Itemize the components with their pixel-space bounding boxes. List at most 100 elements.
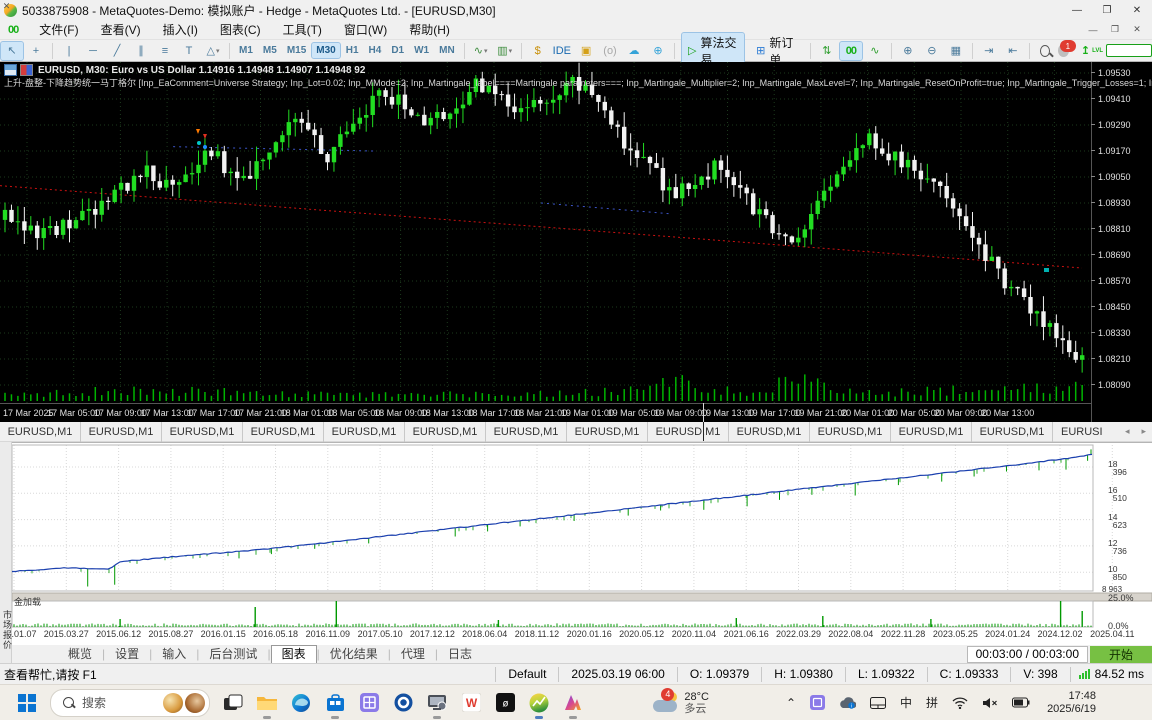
chart-tab-8[interactable]: EURUSD,M1 — [648, 422, 729, 442]
weather-widget[interactable]: 4 28°C 多云 — [653, 691, 709, 715]
child-minimize-button[interactable]: — — [1082, 22, 1104, 38]
ai-app-button[interactable] — [561, 690, 585, 716]
shapes-icon[interactable]: △▾ — [202, 42, 224, 60]
candlestick-chart[interactable] — [0, 62, 1092, 403]
tester-close-button[interactable]: ✕ — [1, 1, 12, 12]
zoom-in-icon[interactable]: ⊕ — [897, 42, 919, 60]
candles-mode-icon[interactable]: 00 — [840, 42, 862, 60]
maximize-button[interactable]: ❐ — [1092, 0, 1122, 20]
connection-status[interactable]: ↥ LVL — [1081, 44, 1152, 57]
tabs-scroll-right-icon[interactable]: ▸ — [1135, 426, 1152, 437]
trendline-icon[interactable]: ╱ — [106, 42, 128, 60]
chart-tab-6[interactable]: EURUSD,M1 — [486, 422, 567, 442]
blue-trendline[interactable] — [541, 203, 671, 214]
timeframe-h1[interactable]: H1 — [342, 43, 363, 58]
timeframe-d1[interactable]: D1 — [387, 43, 408, 58]
cloud-icon[interactable]: ☁ — [623, 42, 645, 60]
search-highlight-image-2[interactable] — [185, 693, 205, 713]
tabs-scroll-left-icon[interactable]: ◂ — [1119, 426, 1136, 437]
tester-tab-0[interactable]: 概览 — [58, 646, 102, 663]
close-button[interactable]: ✕ — [1122, 0, 1152, 20]
wifi-icon[interactable] — [952, 697, 968, 709]
blue-ring-app-button[interactable] — [391, 690, 415, 716]
minimize-button[interactable]: — — [1062, 0, 1092, 20]
tester-tab-7[interactable]: 日志 — [438, 646, 482, 663]
task-view-button[interactable] — [221, 690, 245, 716]
file-explorer-button[interactable] — [255, 690, 279, 716]
chart-tab-0[interactable]: EURUSD,M1 — [0, 422, 81, 442]
menu-item-3[interactable]: 图表(C) — [209, 20, 272, 40]
start-button-windows[interactable] — [15, 690, 39, 716]
notifications-icon[interactable]: 1 — [1058, 44, 1069, 57]
timeframe-w1[interactable]: W1 — [410, 43, 433, 58]
tester-tab-3[interactable]: 后台测试 — [199, 646, 267, 663]
chart-tab-9[interactable]: EURUSD,M1 — [729, 422, 810, 442]
timeframe-m15[interactable]: M15 — [283, 43, 310, 58]
chart-tab-1[interactable]: EURUSD,M1 — [81, 422, 162, 442]
chart-tab-5[interactable]: EURUSD,M1 — [405, 422, 486, 442]
child-restore-button[interactable]: ❐ — [1104, 22, 1126, 38]
market-bag-icon[interactable]: ▣ — [575, 42, 597, 60]
taskbar-clock[interactable]: 17:48 2025/6/19 — [1047, 690, 1096, 716]
signal-icon[interactable]: (o) — [599, 42, 621, 60]
vertical-line-icon[interactable]: | — [58, 42, 80, 60]
tray-overflow-chevron[interactable]: ⌃ — [786, 696, 796, 710]
purple-grid-app-button[interactable] — [357, 690, 381, 716]
cursor-icon[interactable]: ↖ — [1, 42, 23, 60]
ime-mode-button[interactable]: 拼 — [926, 694, 938, 711]
chart-tab-11[interactable]: EURUSD,M1 — [891, 422, 972, 442]
equidistant-channel-icon[interactable]: ≡ — [154, 42, 176, 60]
tray-cloud-icon[interactable]: i — [839, 696, 856, 709]
search-icon[interactable] — [1040, 45, 1050, 57]
tray-touchpad-icon[interactable] — [870, 697, 886, 709]
metatrader5-taskbar-button[interactable] — [527, 690, 551, 716]
chart-tab-7[interactable]: EURUSD,M1 — [567, 422, 648, 442]
equity-curve-chart[interactable]: 8 963 — [12, 443, 1152, 629]
timeframe-m5[interactable]: M5 — [259, 43, 281, 58]
community-icon[interactable]: ⊕ — [647, 42, 669, 60]
ime-language-button[interactable]: 中 — [900, 694, 912, 711]
edge-browser-button[interactable] — [289, 690, 313, 716]
battery-icon[interactable] — [1012, 697, 1030, 708]
timeframe-mn[interactable]: MN — [435, 43, 459, 58]
dollar-icon[interactable]: $ — [527, 42, 549, 60]
menu-item-5[interactable]: 窗口(W) — [333, 20, 398, 40]
tester-tab-1[interactable]: 设置 — [105, 646, 149, 663]
horizontal-line-icon[interactable]: ─ — [82, 42, 104, 60]
chart-shift-start-icon[interactable]: ⇤ — [1002, 42, 1024, 60]
taskbar-search-input[interactable]: 搜索 — [50, 689, 210, 717]
remote-desktop-app-button[interactable] — [425, 690, 449, 716]
zigzag-icon[interactable]: ∿ — [864, 42, 886, 60]
search-highlight-image-1[interactable] — [163, 693, 183, 713]
indicators-icon[interactable]: ▥▾ — [494, 42, 516, 60]
menu-item-1[interactable]: 查看(V) — [90, 20, 152, 40]
menu-item-6[interactable]: 帮助(H) — [398, 20, 461, 40]
chart-tab-2[interactable]: EURUSD,M1 — [162, 422, 243, 442]
chart-tab-10[interactable]: EURUSD,M1 — [810, 422, 891, 442]
chart-tab-4[interactable]: EURUSD,M1 — [324, 422, 405, 442]
time-axis[interactable]: 17 Mar 202517 Mar 05:0017 Mar 09:0017 Ma… — [0, 403, 1092, 423]
dark-terminal-app-button[interactable]: ø — [493, 690, 517, 716]
market-watch-vertical-tab[interactable]: 市场报价 — [1, 610, 14, 650]
chart-type-icon[interactable]: ∿▾ — [470, 42, 492, 60]
tester-tab-6[interactable]: 代理 — [391, 646, 435, 663]
start-button[interactable]: 开始 — [1090, 646, 1152, 663]
chart-shift-end-icon[interactable]: ⇥ — [978, 42, 1000, 60]
tester-tab-5[interactable]: 优化结果 — [320, 646, 388, 663]
tick-arrows-icon[interactable]: ⇅ — [816, 42, 838, 60]
timeframe-m30[interactable]: M30 — [312, 43, 339, 58]
tile-windows-icon[interactable]: ▦ — [945, 42, 967, 60]
tester-tab-4[interactable]: 图表 — [271, 645, 317, 663]
tray-purple-app-icon[interactable] — [810, 695, 825, 710]
volume-muted-icon[interactable] — [982, 697, 998, 709]
menu-item-2[interactable]: 插入(I) — [152, 20, 209, 40]
chart-tab-partial[interactable]: EURUSI — [1053, 422, 1105, 442]
menu-item-0[interactable]: 文件(F) — [28, 20, 89, 40]
price-scale[interactable]: 1.095301.094101.092901.091701.090501.089… — [1091, 62, 1152, 422]
tester-tab-2[interactable]: 输入 — [152, 646, 196, 663]
chart-tab-3[interactable]: EURUSD,M1 — [243, 422, 324, 442]
menu-item-4[interactable]: 工具(T) — [272, 20, 333, 40]
timeframe-h4[interactable]: H4 — [365, 43, 386, 58]
ide-button[interactable]: IDE — [551, 42, 573, 60]
wps-office-button[interactable]: W — [459, 690, 483, 716]
